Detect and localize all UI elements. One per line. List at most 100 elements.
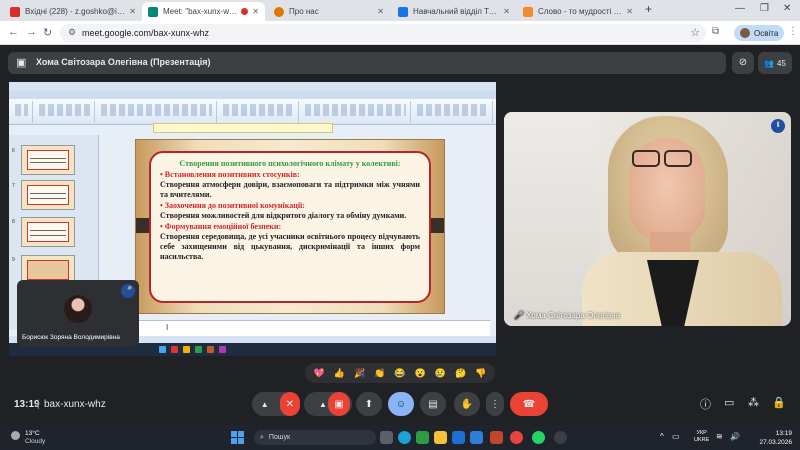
captions-button[interactable]: ▤ — [420, 392, 446, 416]
host-controls-icon[interactable]: 🔒 — [772, 396, 786, 409]
tab-meet[interactable]: Meet: "bax-xunx-whz" ✕ — [142, 2, 265, 21]
wifi-icon[interactable]: ≋ — [716, 432, 723, 441]
minimize-icon[interactable]: — — [735, 3, 745, 14]
mic-indicator-icon: 🎤 — [121, 284, 135, 298]
camera-toggle-button[interactable]: ▣ — [328, 392, 350, 416]
tab-about[interactable]: Про нас ✕ — [268, 2, 390, 21]
ppt-ribbon-tabs — [9, 91, 496, 99]
speaking-indicator-icon: ⦀ — [771, 119, 785, 133]
maximize-icon[interactable]: ❐ — [760, 3, 769, 14]
window-close-icon[interactable]: ✕ — [783, 3, 791, 14]
weather-condition: Cloudy — [25, 438, 46, 445]
people-icon: 👥 — [764, 58, 775, 68]
close-icon[interactable]: ✕ — [626, 7, 633, 16]
reaction-clap[interactable]: 👏 — [374, 367, 385, 379]
raise-hand-button[interactable]: ✋ — [454, 392, 480, 416]
speaker-name: 🎤 Хома Світозара Олегівна — [514, 311, 621, 320]
notes-pane[interactable]: I — [100, 320, 490, 336]
menu-icon[interactable]: ⋮ — [788, 26, 798, 37]
info-icon[interactable]: ⓘ — [700, 396, 711, 412]
battery-icon[interactable]: ▭ — [672, 432, 680, 441]
bookmark-star-icon[interactable]: ☆ — [690, 26, 700, 39]
omnibox[interactable]: ⚙ meet.google.com/bax-xunx-whz ☆ — [60, 24, 706, 42]
emoji-button[interactable]: ☺ — [388, 392, 414, 416]
reaction-sad[interactable]: 😢 — [435, 367, 446, 379]
ppt-titlebar — [9, 82, 496, 91]
ppt-info-bar — [153, 123, 333, 133]
reaction-heart[interactable]: 💖 — [314, 367, 325, 379]
site-icon — [274, 6, 284, 17]
participant-count: 45 — [777, 58, 786, 68]
file-explorer-icon[interactable] — [434, 431, 447, 444]
slide-thumbnail[interactable] — [21, 180, 75, 210]
reactions-bar: 💖 👍 🎉 👏 😂 😮 😢 🤔 👎 — [305, 363, 495, 383]
back-icon[interactable]: ← — [8, 26, 19, 38]
reaction-party[interactable]: 🎉 — [354, 367, 365, 379]
chat-icon[interactable]: ▭ — [724, 396, 734, 409]
task-view-icon[interactable] — [380, 431, 393, 444]
tab-title: Вхідні (228) - z.goshko@ippo. — [25, 7, 126, 16]
people-button[interactable]: 👥 45 — [758, 52, 792, 74]
clock-date: 27.03.2026 — [759, 439, 792, 446]
mic-toggle-button[interactable]: ✕ — [280, 392, 300, 416]
reaction-thumbs-down[interactable]: 👎 — [475, 367, 486, 379]
tab-title: Meet: "bax-xunx-whz" — [163, 7, 238, 16]
close-icon[interactable]: ✕ — [129, 7, 136, 16]
extensions-icon[interactable]: ⧉ — [712, 26, 719, 37]
reaction-surprised[interactable]: 😮 — [415, 367, 426, 379]
speaker-video-tile[interactable]: ⦀ 🎤 Хома Світозара Олегівна — [504, 112, 791, 326]
language-indicator[interactable]: УКР UKRE — [694, 430, 709, 444]
close-icon[interactable]: ✕ — [503, 7, 510, 16]
forward-icon[interactable]: → — [26, 26, 37, 38]
slide-thumbnail[interactable] — [21, 145, 75, 175]
more-options-button[interactable]: ⋮ — [486, 392, 504, 416]
tab-word[interactable]: Слово - то мудрості провіс ✕ — [517, 2, 639, 21]
activities-icon[interactable]: ⁂ — [748, 396, 759, 409]
windows-taskbar: 13°C Cloudy ⌕ Пошук ^ ▭ УКР UKRE ≋ 🔊 13:… — [0, 425, 800, 450]
present-button[interactable]: ⬆ — [356, 392, 382, 416]
avatar — [64, 295, 92, 323]
volume-icon[interactable]: 🔊 — [730, 432, 740, 441]
chevron-up-icon[interactable]: ▲ — [261, 400, 269, 409]
slide-item-heading: • Заохочення до позитивної комунікації: — [160, 201, 305, 210]
word-icon[interactable] — [452, 431, 465, 444]
new-tab-button[interactable]: + — [645, 2, 652, 16]
hangup-icon: ☎ — [522, 398, 536, 410]
close-icon[interactable]: ✕ — [377, 7, 384, 16]
windows-start-icon[interactable] — [231, 431, 244, 444]
whatsapp-icon[interactable] — [532, 431, 545, 444]
edge-icon[interactable] — [398, 431, 411, 444]
tab-department[interactable]: Навчальний відділ ТОКІППО ✕ — [392, 2, 516, 21]
meeting-code: bax-xunx-whz — [44, 399, 106, 410]
recording-icon — [241, 8, 249, 15]
app-icon[interactable] — [554, 431, 567, 444]
reaction-thinking[interactable]: 🤔 — [455, 367, 466, 379]
captions-icon: ▤ — [428, 398, 438, 410]
hand-icon: ✋ — [460, 398, 474, 410]
excel-icon[interactable] — [416, 431, 429, 444]
reload-icon[interactable]: ↻ — [43, 26, 52, 39]
taskbar-search[interactable]: ⌕ Пошук — [254, 430, 376, 445]
site-info-icon[interactable]: ⚙ — [68, 27, 76, 38]
mic-off-icon: ✕ — [285, 398, 295, 410]
tray-chevron-icon[interactable]: ^ — [660, 432, 664, 441]
leave-call-button[interactable]: ☎ — [510, 392, 548, 416]
slide-thumbnail[interactable] — [21, 217, 75, 247]
system-clock[interactable]: 13:19 27.03.2026 — [752, 429, 792, 447]
outlook-icon[interactable] — [470, 431, 483, 444]
reaction-thumbs-up[interactable]: 👍 — [334, 367, 345, 379]
self-video-tile[interactable]: 🎤 Борисюк Зоряна Володимирівна — [17, 280, 139, 347]
hide-presentation-button[interactable]: ⊘ — [732, 52, 754, 74]
chrome-icon[interactable] — [510, 431, 523, 444]
tab-gmail[interactable]: Вхідні (228) - z.goshko@ippo. ✕ — [4, 2, 142, 21]
profile-button[interactable]: Освіта — [734, 25, 785, 41]
slide-item-heading: • Встановлення позитивних стосунків: — [160, 170, 300, 179]
reaction-laugh[interactable]: 😂 — [394, 367, 405, 379]
powerpoint-icon[interactable] — [490, 431, 503, 444]
separator: | — [37, 399, 40, 410]
close-icon[interactable]: ✕ — [252, 7, 259, 16]
lang-top: УКР — [696, 430, 707, 436]
slide-item-text: Створення середовища, де усі учасники ос… — [160, 232, 420, 261]
chevron-up-icon[interactable]: ▲ — [319, 400, 327, 409]
emoji-icon: ☺ — [395, 398, 407, 410]
